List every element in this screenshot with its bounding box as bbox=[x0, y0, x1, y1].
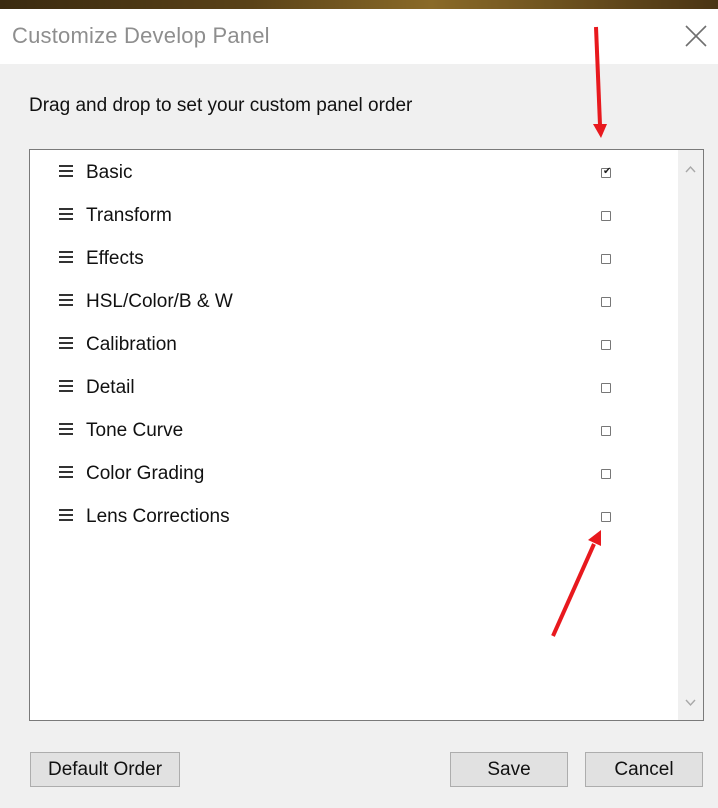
scrollbar[interactable] bbox=[678, 150, 703, 720]
drag-handle-icon[interactable] bbox=[59, 294, 73, 306]
checkbox-icon[interactable]: ✔ bbox=[601, 166, 612, 178]
checkbox-icon[interactable] bbox=[601, 340, 611, 350]
panel-order-list: Basic ✔ Transform Effects HSL/Color/B & W Cal… bbox=[29, 149, 704, 721]
drag-handle-icon[interactable] bbox=[59, 380, 73, 392]
panel-list-item[interactable]: Lens Corrections bbox=[30, 495, 678, 538]
panel-item-label: Color Grading bbox=[86, 463, 205, 484]
drag-handle-icon[interactable] bbox=[59, 509, 73, 521]
save-button[interactable]: Save bbox=[450, 752, 568, 787]
instruction-text: Drag and drop to set your custom panel o… bbox=[29, 95, 413, 116]
checkbox-icon[interactable] bbox=[601, 512, 611, 522]
cancel-button[interactable]: Cancel bbox=[585, 752, 703, 787]
panel-item-label: HSL/Color/B & W bbox=[86, 291, 233, 312]
drag-handle-icon[interactable] bbox=[59, 466, 73, 478]
checkbox-icon[interactable] bbox=[601, 297, 611, 307]
panel-list-item[interactable]: Transform bbox=[30, 194, 678, 237]
dialog-title: Customize Develop Panel bbox=[12, 23, 270, 48]
drag-handle-icon[interactable] bbox=[59, 165, 73, 177]
checkmark-icon: ✔ bbox=[603, 166, 612, 177]
close-button[interactable] bbox=[680, 20, 712, 52]
background-photo-strip bbox=[0, 0, 718, 9]
drag-handle-icon[interactable] bbox=[59, 337, 73, 349]
drag-handle-icon[interactable] bbox=[59, 208, 73, 220]
panel-item-label: Effects bbox=[86, 248, 144, 269]
chevron-down-icon bbox=[685, 699, 696, 707]
chevron-up-icon bbox=[685, 165, 696, 173]
panel-item-label: Transform bbox=[86, 205, 172, 226]
checkbox-icon[interactable] bbox=[601, 426, 611, 436]
panel-list-item[interactable]: Color Grading bbox=[30, 452, 678, 495]
panel-list-item[interactable]: Tone Curve bbox=[30, 409, 678, 452]
drag-handle-icon[interactable] bbox=[59, 251, 73, 263]
panel-list-item[interactable]: Detail bbox=[30, 366, 678, 409]
panel-item-label: Detail bbox=[86, 377, 135, 398]
scroll-down-button[interactable] bbox=[684, 696, 697, 709]
panel-list-item[interactable]: Calibration bbox=[30, 323, 678, 366]
checkbox-icon[interactable] bbox=[601, 469, 611, 479]
checkbox-icon[interactable] bbox=[601, 211, 611, 221]
default-order-button[interactable]: Default Order bbox=[30, 752, 180, 787]
scroll-up-button[interactable] bbox=[684, 163, 697, 176]
title-bar: Customize Develop Panel bbox=[0, 9, 718, 64]
drag-handle-icon[interactable] bbox=[59, 423, 73, 435]
panel-item-label: Basic bbox=[86, 162, 133, 183]
panel-item-label: Tone Curve bbox=[86, 420, 184, 441]
panel-list-item[interactable]: HSL/Color/B & W bbox=[30, 280, 678, 323]
panel-item-label: Calibration bbox=[86, 334, 177, 355]
close-icon bbox=[685, 25, 707, 47]
checkbox-icon[interactable] bbox=[601, 383, 611, 393]
panel-item-label: Lens Corrections bbox=[86, 506, 230, 527]
panel-list-item[interactable]: Effects bbox=[30, 237, 678, 280]
panel-list-item[interactable]: Basic ✔ bbox=[30, 151, 678, 194]
checkbox-icon[interactable] bbox=[601, 254, 611, 264]
